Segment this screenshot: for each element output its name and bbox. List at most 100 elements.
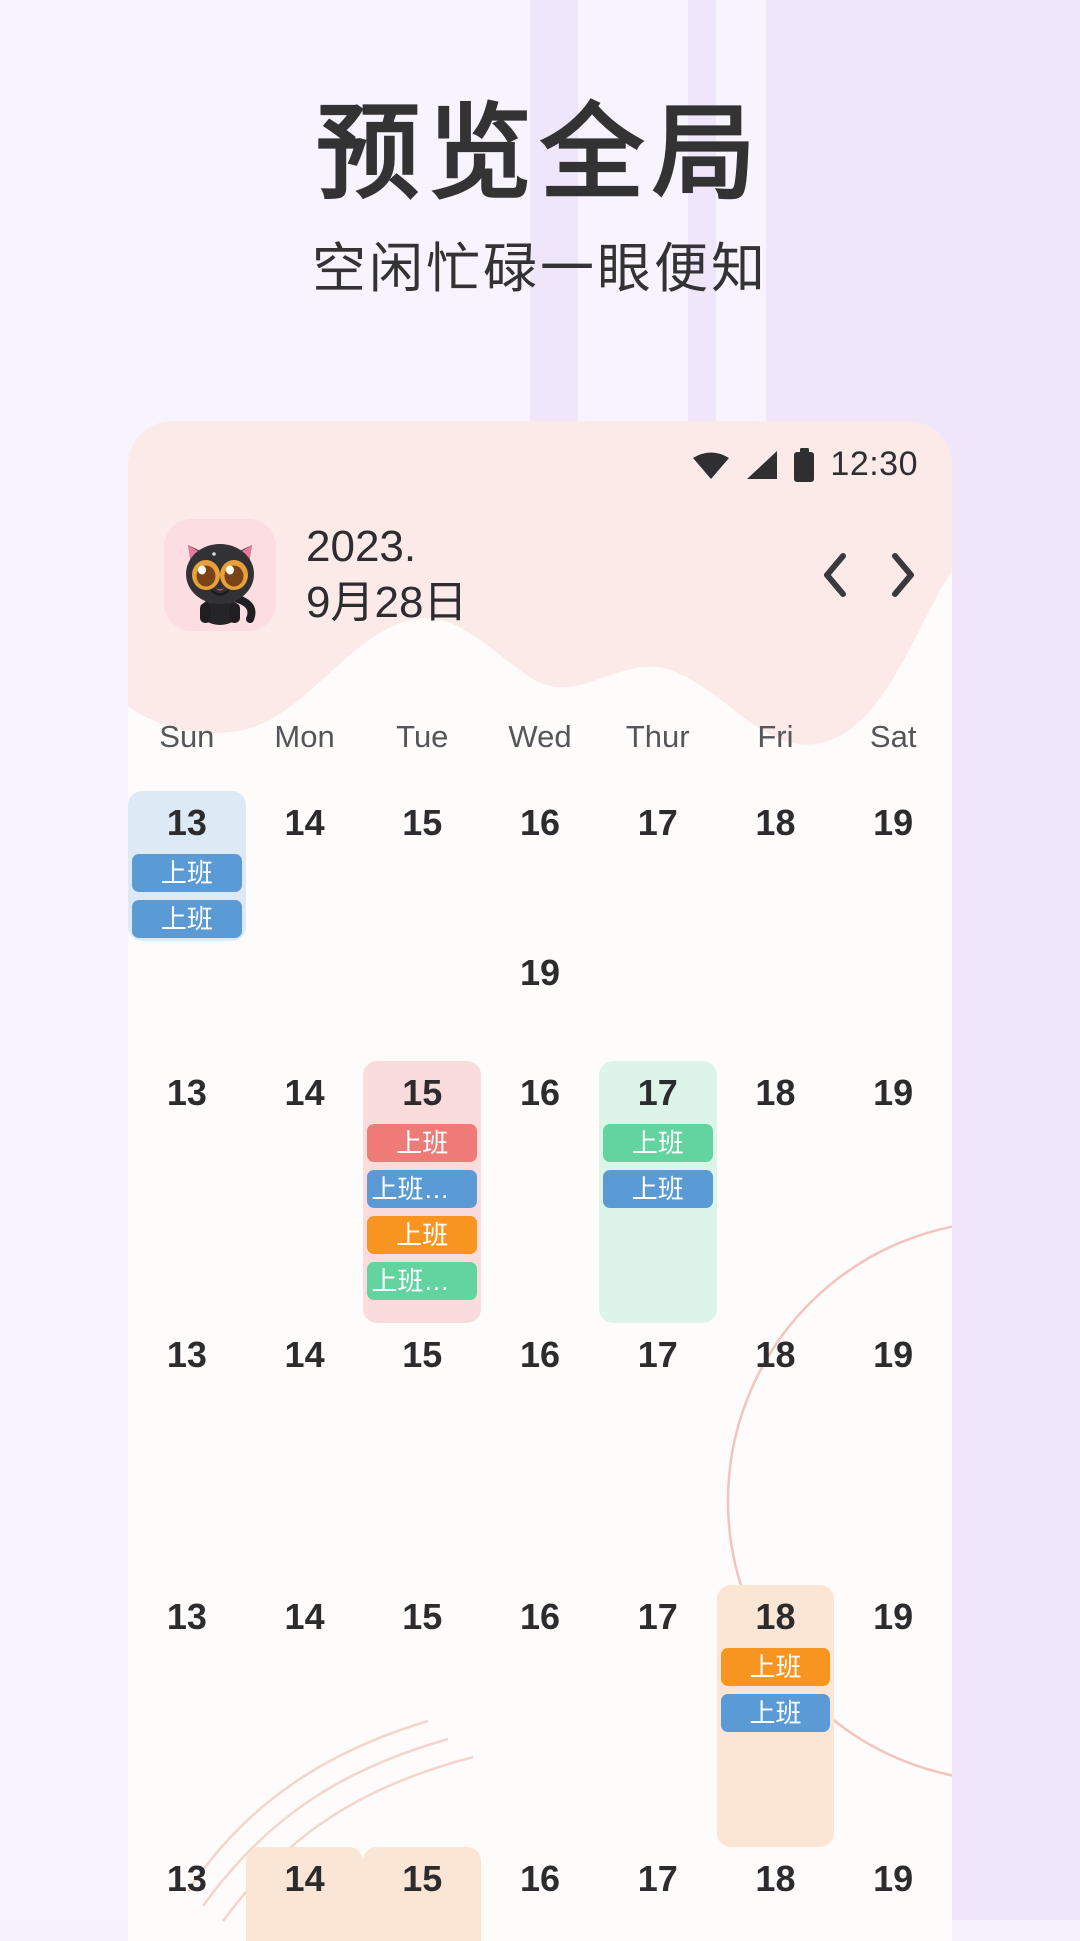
weekday-label-sun: Sun (159, 719, 215, 754)
calendar-day-cell[interactable]: 13 (128, 1847, 246, 1941)
calendar-day-cell[interactable]: 17 上班 上班 (598, 1061, 717, 1323)
calendar-day-cell[interactable]: 17 (599, 1323, 717, 1585)
event-chip[interactable]: 上班上班... (367, 1170, 478, 1209)
calendar-day-cell[interactable]: 15 (363, 1585, 481, 1847)
page-title: 预览全局 (315, 96, 764, 212)
calendar-day-cell[interactable] (834, 941, 952, 1061)
calendar-day-cell[interactable]: 17 (599, 791, 717, 941)
calendar-day-cell[interactable]: 14 (246, 1323, 364, 1585)
calendar-day-cell[interactable] (599, 941, 717, 1061)
calendar-day-cell[interactable]: 16 (481, 791, 599, 941)
calendar-day-cell[interactable]: 19 (834, 1585, 952, 1847)
chevron-right-icon[interactable] (888, 551, 918, 599)
calendar-day-cell[interactable]: 19 (834, 1323, 952, 1585)
calendar-day-cell[interactable]: 18 (717, 1061, 835, 1323)
chevron-left-icon[interactable] (820, 551, 850, 599)
calendar-day-cell[interactable]: 16 (481, 1061, 599, 1323)
calendar-day-cell[interactable]: 17 (599, 1847, 717, 1941)
day-number: 19 (519, 952, 561, 993)
calendar-day-cell[interactable]: 18 (717, 791, 835, 941)
calendar-day-cell[interactable]: 16 (481, 1323, 599, 1585)
calendar-week-row: 19 (128, 941, 952, 1061)
calendar-day-cell[interactable]: 19 (834, 1061, 952, 1323)
day-number: 19 (873, 1072, 914, 1113)
calendar-day-cell[interactable]: 13 (128, 1585, 246, 1847)
calendar-day-cell[interactable]: 14 (245, 1847, 364, 1941)
event-chip[interactable]: 上班 (602, 1170, 713, 1209)
calendar-day-cell[interactable]: 14 (246, 1061, 364, 1323)
calendar-day-cell[interactable]: 19 (834, 1847, 952, 1941)
event-chip[interactable]: 上班 (367, 1124, 478, 1163)
calendar-day-cell[interactable]: 16 (481, 1847, 599, 1941)
calendar-header: 2023. 9月28日 (128, 519, 952, 632)
day-number: 17 (637, 1072, 678, 1113)
day-number: 15 (402, 802, 443, 843)
event-chip[interactable]: 上班上班 (367, 1262, 478, 1301)
day-number: 14 (284, 1072, 325, 1113)
calendar-day-cell[interactable]: 13 (128, 1061, 246, 1323)
calendar-day-cell[interactable]: 15 (363, 791, 481, 941)
day-number: 13 (166, 1596, 207, 1637)
day-number: 17 (637, 1596, 678, 1637)
date-block[interactable]: 2023. 9月28日 (306, 519, 820, 632)
month-navigation (820, 551, 918, 599)
event-chip[interactable]: 上班 (602, 1124, 713, 1163)
calendar-day-cell[interactable]: 17 (599, 1585, 717, 1847)
day-number: 13 (166, 1334, 207, 1375)
calendar-day-cell[interactable] (128, 941, 246, 1061)
day-number: 13 (166, 1858, 207, 1899)
calendar-week-row: 13 上班 上班 14 15 16 17 18 19 (128, 791, 952, 941)
hero-section: 预览全局 空闲忙碌一眼便知 (0, 0, 1080, 301)
page-subtitle: 空闲忙碌一眼便知 (312, 239, 768, 300)
calendar-day-cell[interactable] (246, 941, 364, 1061)
calendar-day-cell[interactable]: 13 (128, 1323, 246, 1585)
weekday-label-mon: Mon (274, 719, 335, 754)
event-chip[interactable]: 上班 (720, 1648, 831, 1687)
wifi-icon (693, 452, 730, 479)
day-number: 18 (755, 802, 796, 843)
day-events: 上班 上班 (720, 1648, 831, 1733)
weekday-label-tue: Tue (396, 719, 449, 754)
calendar-day-cell[interactable]: 19 (834, 791, 952, 941)
day-number: 16 (519, 1858, 561, 1899)
day-number: 17 (637, 1858, 678, 1899)
status-bar: 12:30 (692, 445, 918, 484)
calendar-grid[interactable]: 13上班上班14151617181919131415上班上班上班...上班上班上… (128, 791, 952, 1941)
calendar-day-cell[interactable]: 19 (481, 941, 599, 1061)
event-chip[interactable]: 上班 (132, 854, 242, 893)
calendar-day-cell[interactable]: 18 (717, 1847, 835, 1941)
event-chip[interactable]: 上班 (720, 1694, 831, 1733)
calendar-day-cell[interactable]: 14 (246, 1585, 364, 1847)
event-chip[interactable]: 上班 (132, 900, 242, 939)
calendar-day-cell[interactable]: 16 (481, 1585, 599, 1847)
day-number: 16 (519, 1334, 561, 1375)
calendar-day-cell[interactable]: 15上班上班上班...上班上班上班 (363, 1061, 482, 1323)
calendar-week-row: 131415上班上班上班...上班上班上班1617上班上班1819 (128, 1061, 952, 1323)
calendar-day-cell[interactable]: 14 (246, 791, 364, 941)
calendar-day-cell[interactable]: 15 (363, 1323, 481, 1585)
calendar-day-cell[interactable]: 13 上班 上班 (128, 791, 246, 941)
calendar-week-row: 13 14 15 16 17 18 上班 上班 19 (128, 1585, 952, 1847)
event-chip[interactable]: 上班 (367, 1216, 478, 1255)
weekday-label-wed: Wed (508, 719, 572, 754)
calendar-day-cell[interactable] (717, 941, 835, 1061)
calendar-day-cell[interactable]: 15 (363, 1847, 482, 1941)
day-events: 上班 上班 (132, 854, 242, 939)
black-cat-avatar[interactable] (164, 519, 276, 632)
calendar-day-cell[interactable] (363, 941, 481, 1061)
date-monthday: 9月28日 (306, 578, 468, 628)
calendar-day-cell[interactable]: 18 (717, 1323, 835, 1585)
day-number: 19 (873, 1596, 914, 1637)
phone-mockup: 12:30 2023. 9月28日 Sun Mon Tue Wed Thur F… (128, 421, 952, 1941)
day-number: 17 (637, 802, 678, 843)
calendar-week-row: 13 14 15 16 17 18 19 (128, 1847, 952, 1941)
day-number: 15 (402, 1596, 443, 1637)
day-number: 18 (755, 1596, 796, 1637)
calendar-day-cell[interactable]: 18 上班 上班 (716, 1585, 835, 1847)
day-number: 14 (284, 802, 325, 843)
day-number: 16 (519, 802, 561, 843)
day-number: 13 (166, 1072, 207, 1113)
day-number: 17 (637, 1334, 678, 1375)
day-events: 上班 上班 (602, 1124, 713, 1209)
day-number: 19 (873, 802, 914, 843)
